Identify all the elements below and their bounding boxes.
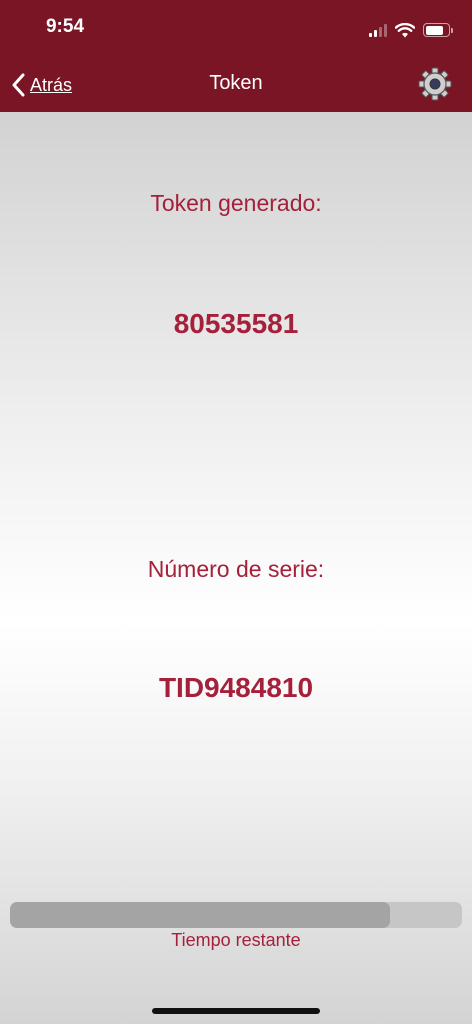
battery-fill — [425, 25, 444, 35]
home-indicator[interactable] — [152, 1008, 320, 1014]
battery-icon — [423, 23, 453, 37]
serial-label: Número de serie: — [147, 556, 325, 582]
back-label: Atrás — [30, 74, 73, 95]
gear-icon — [418, 67, 452, 101]
status-icons — [369, 20, 453, 40]
cellular-signal-icon — [369, 23, 387, 37]
chevron-left-icon — [12, 73, 25, 97]
serial-value: TID9484810 — [158, 672, 314, 703]
back-button[interactable]: Atrás — [12, 70, 72, 100]
wifi-icon — [395, 22, 415, 37]
page-title: Token — [209, 72, 263, 94]
time-remaining-fill — [10, 902, 390, 928]
time-remaining-label: Tiempo restante — [171, 930, 301, 950]
token-label: Token generado: — [150, 190, 322, 216]
settings-button[interactable] — [418, 67, 452, 101]
token-value: 80535581 — [173, 308, 299, 339]
main-content: Token generado: 80535581 Número de serie… — [0, 112, 472, 1024]
time-remaining-bar — [10, 902, 462, 928]
status-time: 9:54 — [45, 16, 85, 37]
header: 9:54 Atrás Token — [0, 0, 472, 112]
